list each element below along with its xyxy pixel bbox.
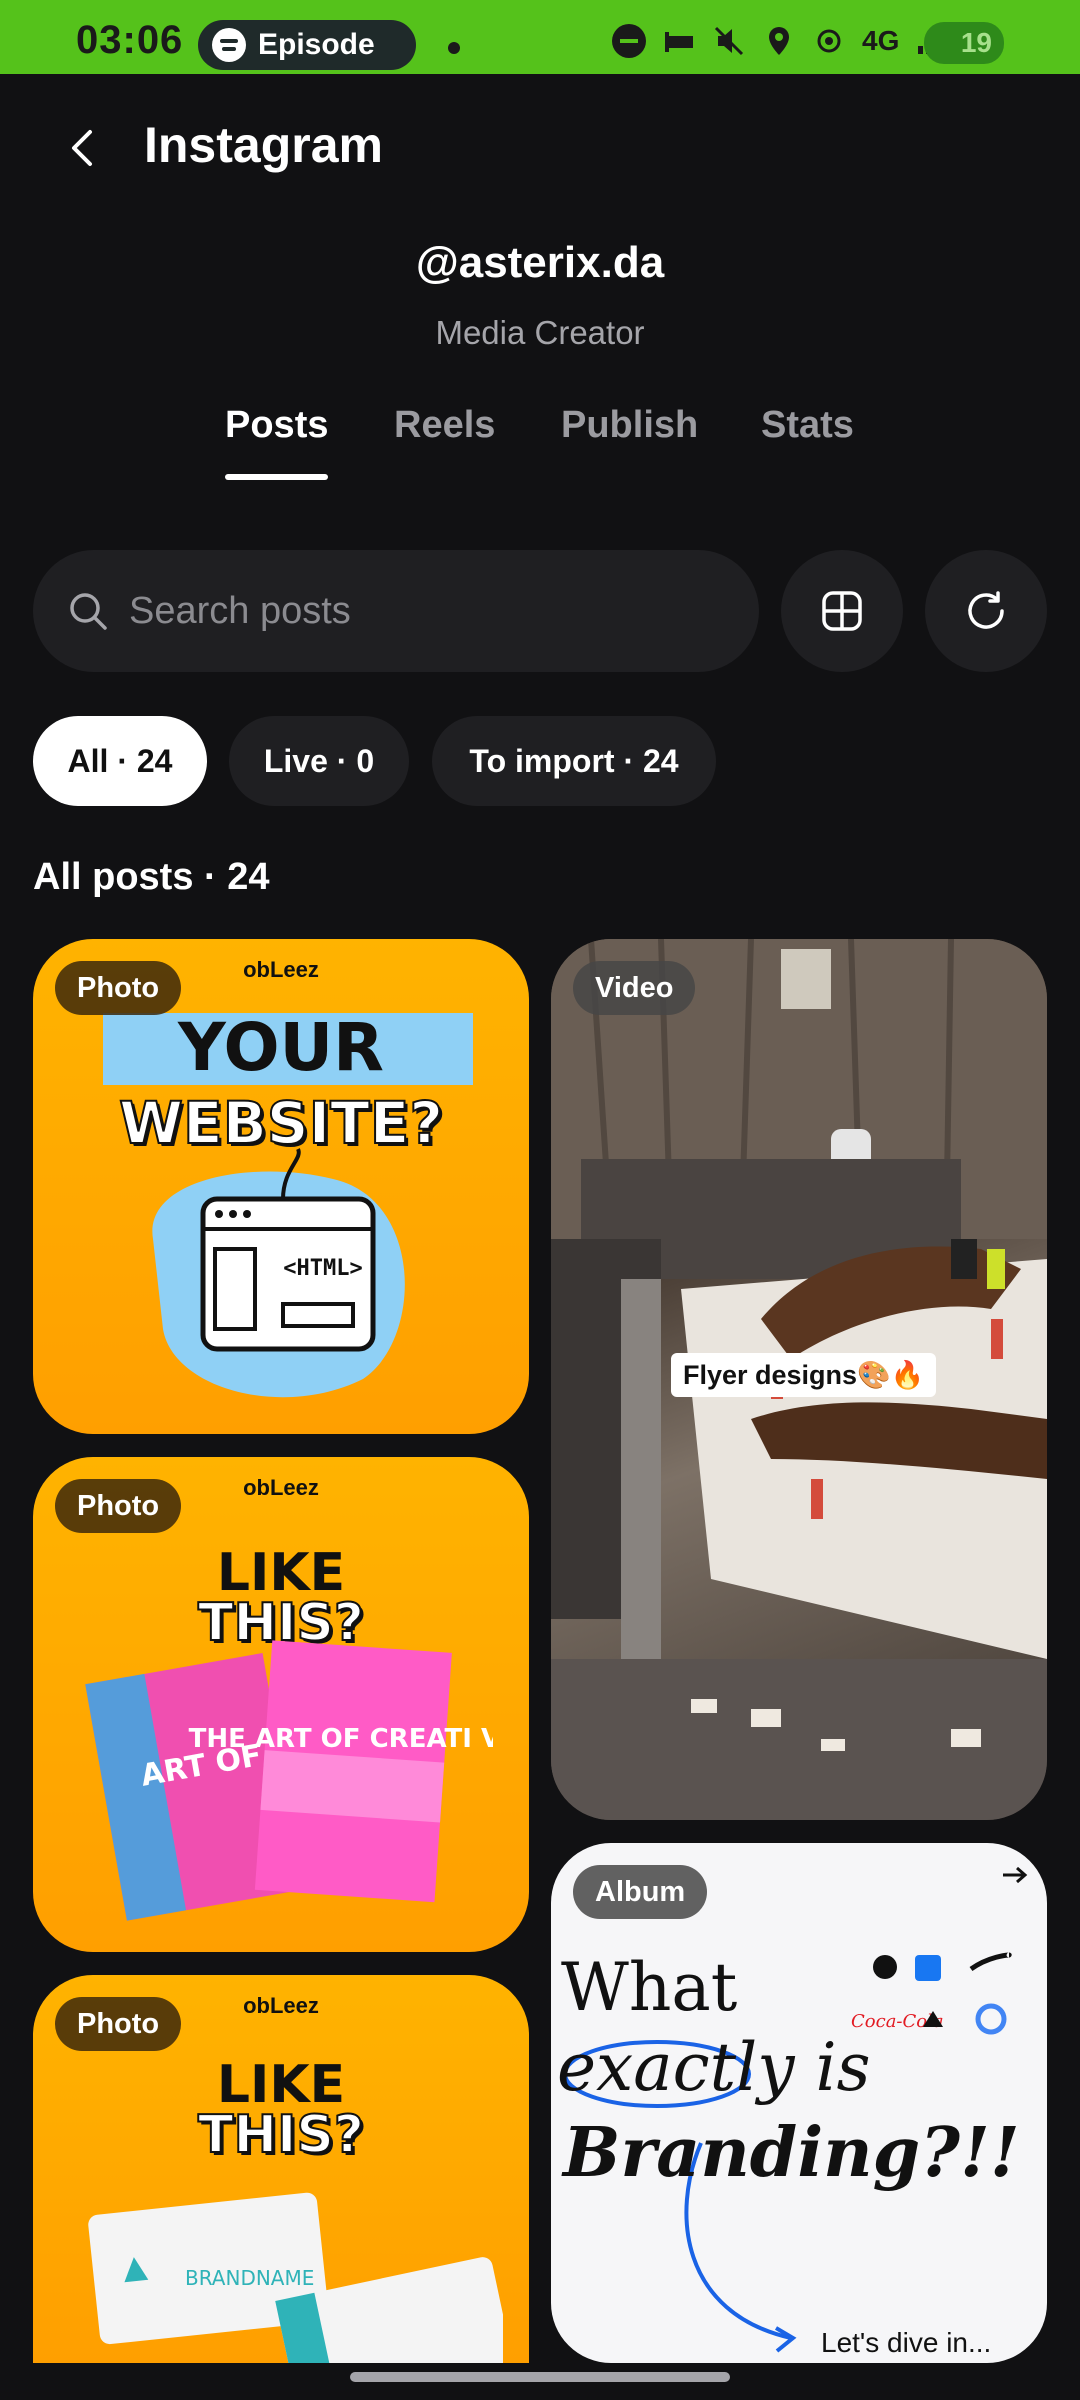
hotspot-icon: [817, 29, 841, 53]
refresh-button[interactable]: [925, 550, 1047, 672]
network-type: 4G: [862, 25, 900, 56]
business-card-text: BRANDNAME: [185, 2266, 314, 2290]
mute-icon: [714, 26, 744, 56]
post-card-photo-website[interactable]: Photo obLeez YOUR WEBSITE? <HTML>: [33, 939, 529, 1434]
post-type-badge: Photo: [55, 1479, 182, 1533]
post-card-photo-flyers[interactable]: Photo obLeez LIKE THIS? ART OF THE ART O…: [33, 1457, 529, 1952]
album-line-3: Branding?!!: [563, 2113, 1020, 2193]
post-card-album-branding[interactable]: Album Coca-Cola What exactly is Branding…: [551, 1843, 1047, 2363]
tab-posts[interactable]: Posts: [225, 404, 328, 447]
grid-icon: [822, 591, 862, 631]
spotify-icon: [212, 28, 246, 62]
section-title: All posts · 24: [33, 856, 270, 898]
search-bar[interactable]: [33, 550, 759, 672]
post-card-video-flyer[interactable]: Video Flyer designs🎨🔥: [551, 939, 1047, 1820]
album-line-2: exactly is: [557, 2029, 871, 2106]
filter-live[interactable]: Live · 0: [229, 716, 409, 806]
dnd-icon: [612, 24, 646, 58]
page-title: Instagram: [144, 117, 383, 173]
flyer-art-text: THE ART OF CREATI VITY: [189, 1724, 493, 1754]
chevron-left-icon[interactable]: [60, 124, 108, 172]
search-icon: [70, 593, 107, 630]
album-footer: Let's dive in...: [821, 2327, 992, 2358]
profile-username: @asterix.da: [415, 238, 665, 287]
profile-role: Media Creator: [435, 314, 645, 351]
post-type-badge: Album: [573, 1865, 708, 1919]
status-icons: 4G: [612, 24, 949, 58]
active-tab-indicator: [225, 474, 328, 480]
post-card-photo-cards[interactable]: Photo obLeez LIKE THIS? BRANDNAME: [33, 1975, 529, 2363]
filter-all[interactable]: All · 24: [33, 716, 207, 806]
status-time: 03:06: [76, 18, 184, 62]
business-card-illustration: BRANDNAME: [88, 2192, 503, 2363]
post-type-badge: Photo: [55, 961, 182, 1015]
html-art-text: <HTML>: [283, 1256, 362, 1281]
notification-dot-icon: [448, 42, 460, 54]
website-illustration: <HTML>: [152, 1148, 405, 1398]
post-type-badge: Video: [573, 961, 696, 1015]
album-line-1: What: [561, 1949, 738, 2026]
tab-publish[interactable]: Publish: [561, 404, 698, 447]
poster-headline-1: YOUR: [178, 1009, 384, 1086]
tab-stats[interactable]: Stats: [761, 404, 854, 447]
status-bar: 03:06 Episode 4G 19: [0, 0, 1080, 74]
bed-icon: [665, 32, 693, 52]
search-input[interactable]: [129, 589, 689, 633]
gesture-nav-bar[interactable]: [350, 2372, 730, 2382]
tab-bar: Posts Reels Publish Stats: [0, 404, 1080, 484]
video-caption: Flyer designs🎨🔥: [671, 1353, 937, 1397]
flyers-illustration: ART OF THE ART OF CREATI VITY: [85, 1640, 493, 1921]
post-type-badge: Photo: [55, 1997, 182, 2051]
media-pill[interactable]: Episode: [198, 20, 416, 70]
battery-indicator: 19: [924, 22, 1004, 64]
refresh-icon: [968, 591, 1004, 629]
tab-reels[interactable]: Reels: [394, 404, 495, 447]
grid-view-button[interactable]: [781, 550, 903, 672]
location-icon: [769, 27, 789, 55]
poster-headline-2: THIS?: [197, 2104, 365, 2166]
media-pill-label: Episode: [258, 28, 375, 61]
filter-to-import[interactable]: To import · 24: [432, 716, 716, 806]
